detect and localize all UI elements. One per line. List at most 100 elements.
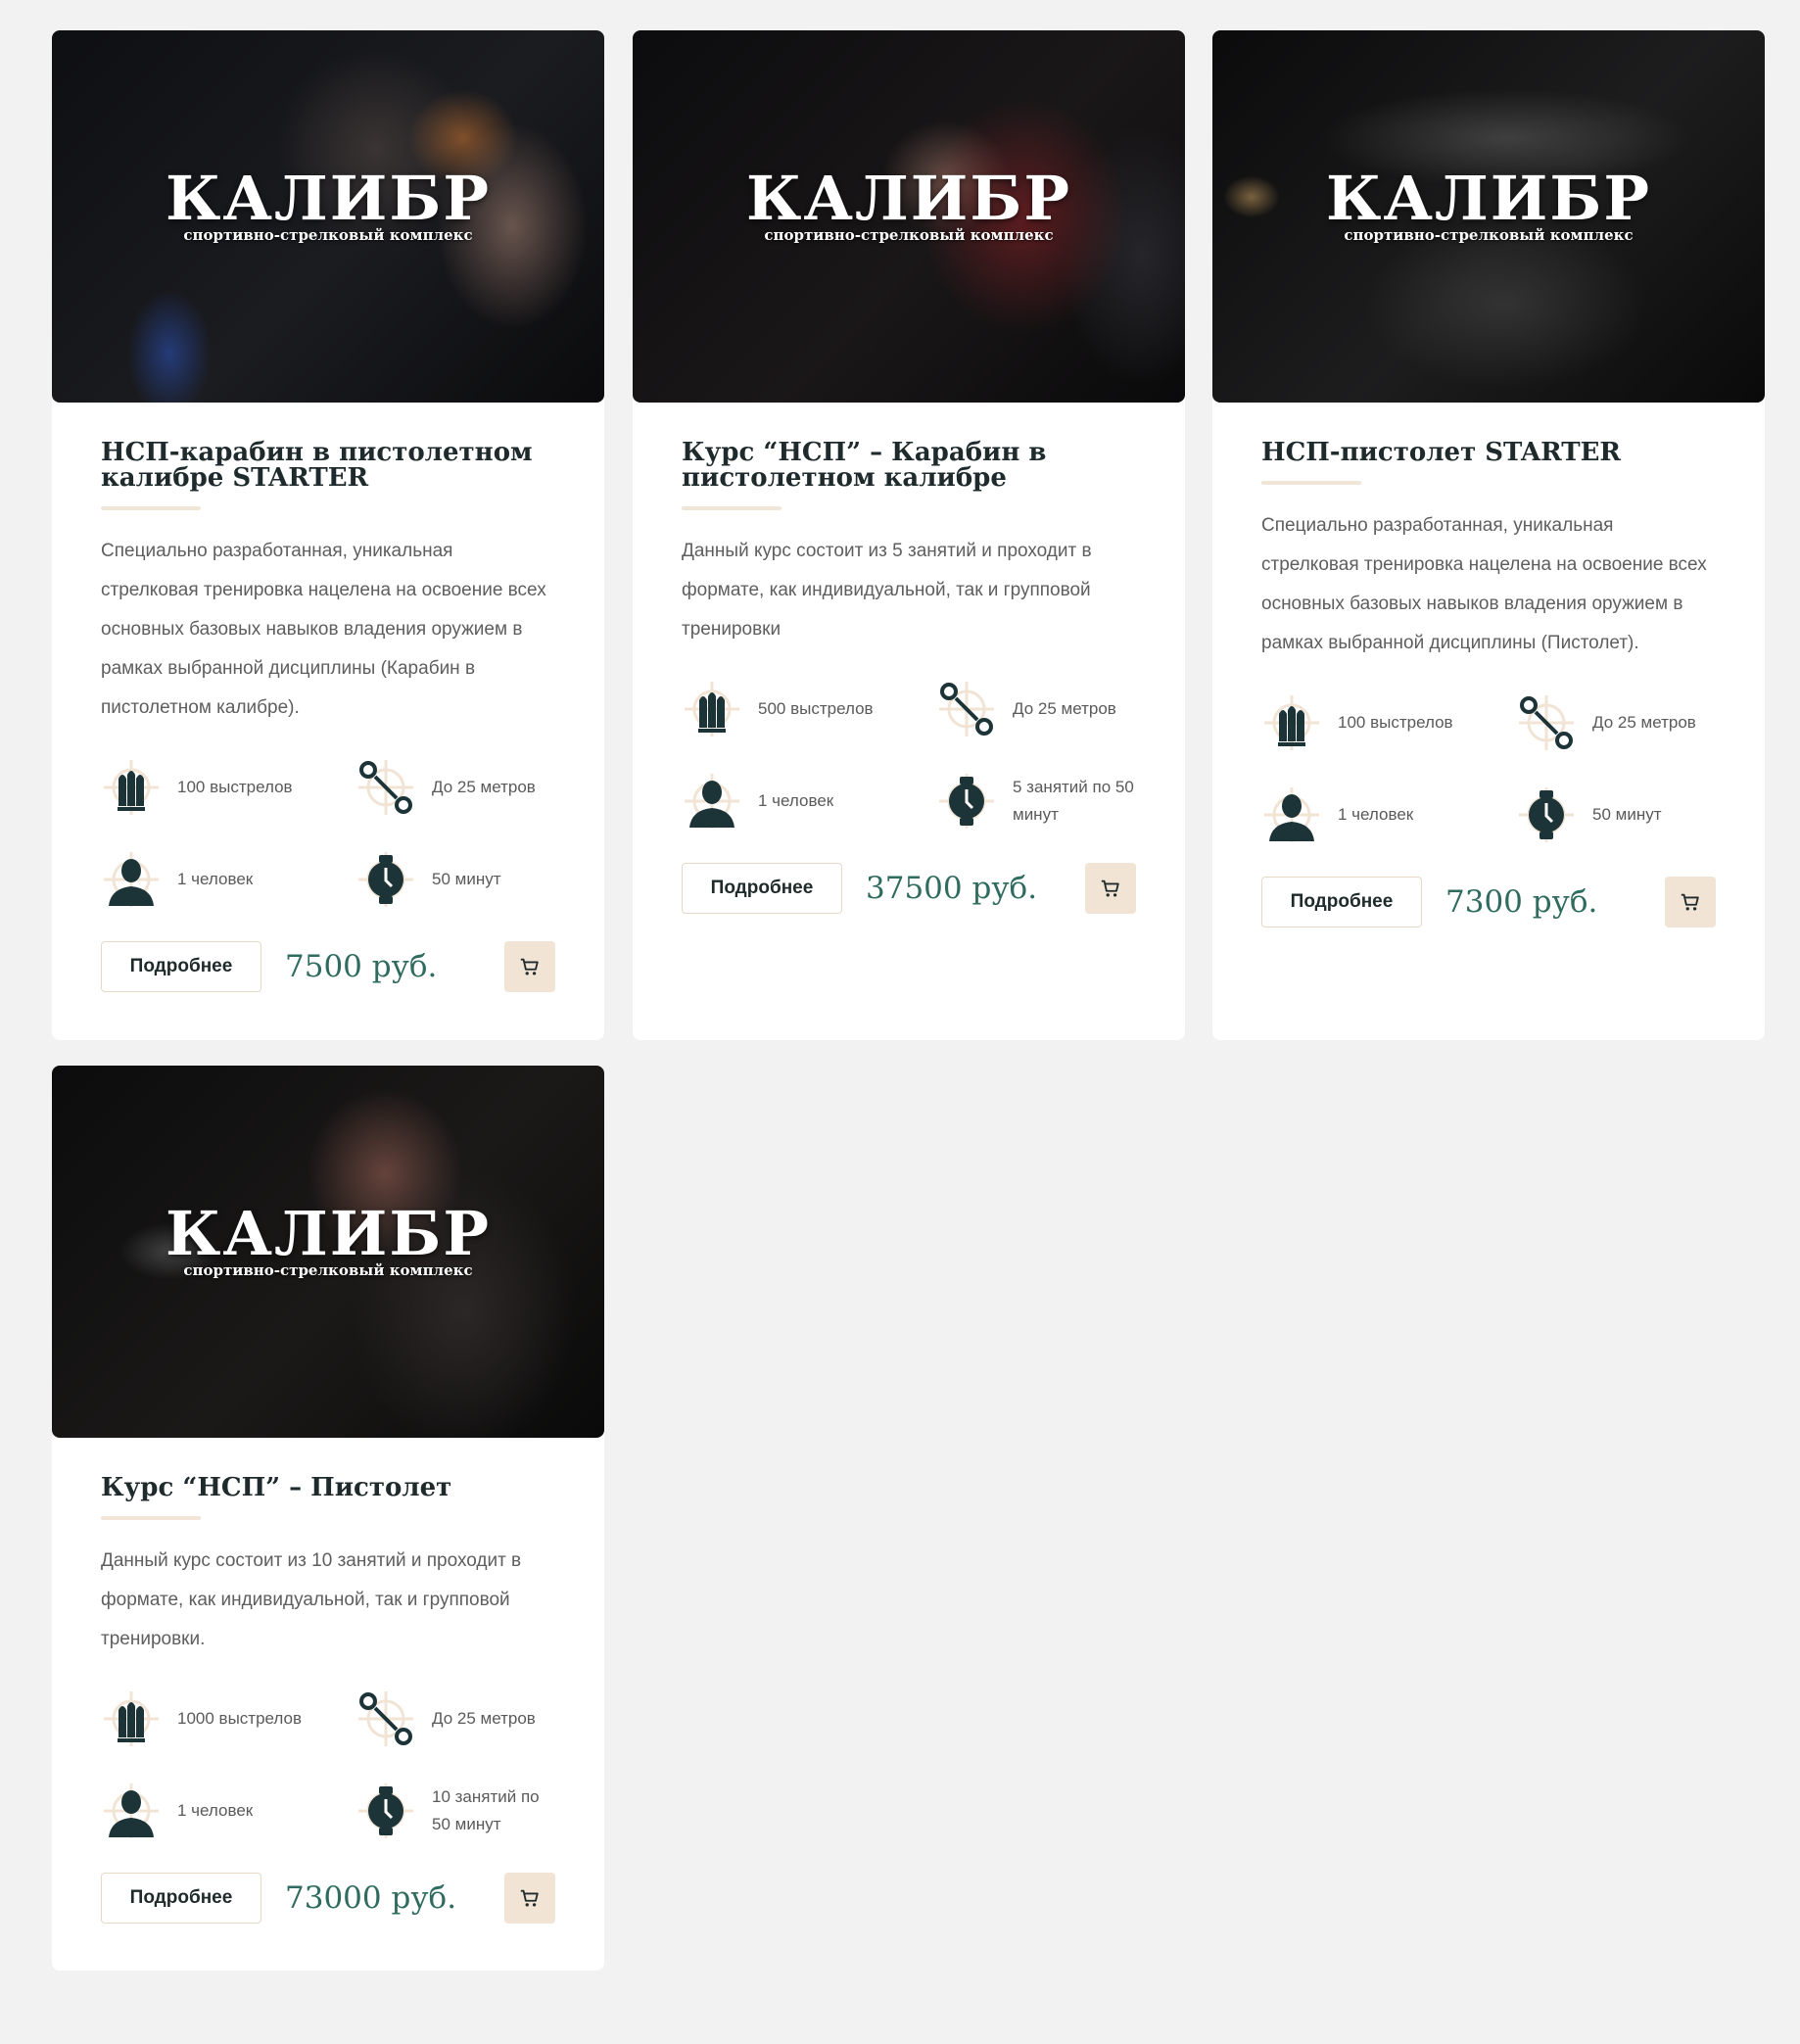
- brand-logo: КАЛИБР спортивно-стрелковый комплекс: [52, 163, 604, 245]
- logo-tagline: спортивно-стрелковый комплекс: [1344, 226, 1634, 244]
- add-to-cart-button[interactable]: [1665, 877, 1716, 927]
- feature-text: 5 занятий по 50 минут: [1013, 778, 1134, 824]
- feature-people: 1 человек: [101, 843, 355, 916]
- person-icon: [101, 1781, 162, 1841]
- add-to-cart-button[interactable]: [504, 941, 555, 992]
- details-button[interactable]: Подробнее: [101, 941, 261, 992]
- distance-icon: [1516, 692, 1577, 753]
- feature-text: До 25 метров: [1592, 713, 1696, 732]
- product-card: КАЛИБР спортивно-стрелковый комплекс НСП…: [1212, 30, 1765, 1040]
- brand-logo: КАЛИБР спортивно-стрелковый комплекс: [1212, 163, 1765, 245]
- product-card: КАЛИБР спортивно-стрелковый комплекс Кур…: [633, 30, 1185, 1040]
- cart-icon: [520, 958, 539, 975]
- product-image[interactable]: КАЛИБР спортивно-стрелковый комплекс: [52, 1066, 604, 1438]
- product-image[interactable]: КАЛИБР спортивно-стрелковый комплекс: [52, 30, 604, 403]
- details-button[interactable]: Подробнее: [101, 1873, 261, 1924]
- feature-duration: 50 минут: [355, 843, 555, 916]
- person-icon: [682, 771, 742, 832]
- feature-shots: 100 выстрелов: [101, 751, 355, 824]
- feature-text: 10 занятий по 50 минут: [432, 1787, 540, 1833]
- feature-distance: До 25 метров: [1516, 687, 1716, 759]
- product-description: Данный курс состоит из 10 занятий и прох…: [101, 1550, 522, 1649]
- product-image[interactable]: КАЛИБР спортивно-стрелковый комплекс: [1212, 30, 1765, 403]
- product-image[interactable]: КАЛИБР спортивно-стрелковый комплекс: [633, 30, 1185, 403]
- cart-icon: [1101, 879, 1119, 897]
- logo-text: КАЛИБР: [1326, 163, 1651, 234]
- product-title[interactable]: НСП-пистолет STARTER: [1261, 440, 1716, 465]
- card-actions: Подробнее 73000 руб.: [101, 1873, 555, 1924]
- title-divider: [1261, 481, 1361, 485]
- feature-list: 100 выстрелов До 25 метров 1 человек 50 …: [1261, 687, 1716, 851]
- price: 73000 руб.: [285, 1880, 457, 1916]
- feature-text: До 25 метров: [432, 1709, 536, 1728]
- feature-text: 500 выстрелов: [758, 699, 874, 718]
- feature-distance: До 25 метров: [355, 1683, 555, 1755]
- product-description: Данный курс состоит из 5 занятий и прохо…: [682, 541, 1092, 640]
- logo-tagline: спортивно-стрелковый комплекс: [183, 1261, 473, 1279]
- logo-text: КАЛИБР: [166, 1198, 491, 1269]
- details-button[interactable]: Подробнее: [682, 863, 842, 914]
- feature-people: 1 человек: [101, 1775, 355, 1847]
- feature-duration: 5 занятий по 50 минут: [936, 765, 1136, 837]
- feature-text: До 25 метров: [1013, 699, 1116, 718]
- feature-duration: 50 минут: [1516, 779, 1716, 851]
- stopwatch-icon: [355, 1781, 416, 1841]
- feature-people: 1 человек: [1261, 779, 1516, 851]
- feature-shots: 100 выстрелов: [1261, 687, 1516, 759]
- cart-icon: [520, 1889, 539, 1907]
- title-divider: [101, 1516, 201, 1520]
- logo-text: КАЛИБР: [746, 163, 1071, 234]
- add-to-cart-button[interactable]: [504, 1873, 555, 1924]
- product-title[interactable]: Курс “НСП” – Карабин в пистолетном калиб…: [682, 440, 1136, 491]
- card-actions: Подробнее 7500 руб.: [101, 941, 555, 992]
- brand-logo: КАЛИБР спортивно-стрелковый комплекс: [633, 163, 1185, 245]
- person-icon: [101, 849, 162, 910]
- details-button[interactable]: Подробнее: [1261, 877, 1422, 927]
- feature-people: 1 человек: [682, 765, 936, 837]
- price: 7300 руб.: [1445, 884, 1598, 920]
- feature-duration: 10 занятий по 50 минут: [355, 1775, 555, 1847]
- card-actions: Подробнее 7300 руб.: [1261, 877, 1716, 927]
- feature-shots: 500 выстрелов: [682, 673, 936, 745]
- product-title[interactable]: НСП-карабин в пистолетном калибре STARTE…: [101, 440, 555, 491]
- stopwatch-icon: [355, 849, 416, 910]
- logo-tagline: спортивно-стрелковый комплекс: [764, 226, 1054, 244]
- product-card: КАЛИБР спортивно-стрелковый комплекс НСП…: [52, 30, 604, 1040]
- feature-text: 50 минут: [1592, 805, 1662, 824]
- distance-icon: [355, 757, 416, 818]
- feature-list: 100 выстрелов До 25 метров 1 человек 50 …: [101, 751, 555, 916]
- card-actions: Подробнее 37500 руб.: [682, 863, 1136, 914]
- logo-text: КАЛИБР: [166, 163, 491, 234]
- logo-tagline: спортивно-стрелковый комплекс: [183, 226, 473, 244]
- feature-shots: 1000 выстрелов: [101, 1683, 355, 1755]
- feature-text: 100 выстрелов: [1338, 713, 1453, 732]
- bullets-icon: [682, 679, 742, 739]
- person-icon: [1261, 784, 1322, 845]
- feature-text: 50 минут: [432, 870, 501, 888]
- feature-text: 1000 выстрелов: [177, 1709, 303, 1728]
- feature-list: 500 выстрелов До 25 метров 1 человек 5 з…: [682, 673, 1136, 837]
- feature-text: До 25 метров: [432, 778, 536, 796]
- cart-icon: [1681, 893, 1699, 911]
- brand-logo: КАЛИБР спортивно-стрелковый комплекс: [52, 1198, 604, 1280]
- title-divider: [101, 506, 201, 510]
- price: 37500 руб.: [866, 871, 1038, 906]
- title-divider: [682, 506, 782, 510]
- feature-text: 1 человек: [758, 791, 834, 810]
- add-to-cart-button[interactable]: [1085, 863, 1136, 914]
- stopwatch-icon: [1516, 784, 1577, 845]
- stopwatch-icon: [936, 771, 997, 832]
- product-description: Специально разработанная, уникальная стр…: [1261, 515, 1707, 653]
- feature-text: 1 человек: [177, 870, 254, 888]
- product-description: Специально разработанная, уникальная стр…: [101, 541, 546, 718]
- bullets-icon: [101, 757, 162, 818]
- product-title[interactable]: Курс “НСП” – Пистолет: [101, 1475, 555, 1500]
- distance-icon: [936, 679, 997, 739]
- feature-text: 1 человек: [177, 1801, 254, 1820]
- distance-icon: [355, 1688, 416, 1749]
- feature-distance: До 25 метров: [936, 673, 1136, 745]
- feature-distance: До 25 метров: [355, 751, 555, 824]
- bullets-icon: [101, 1688, 162, 1749]
- price: 7500 руб.: [285, 949, 438, 984]
- bullets-icon: [1261, 692, 1322, 753]
